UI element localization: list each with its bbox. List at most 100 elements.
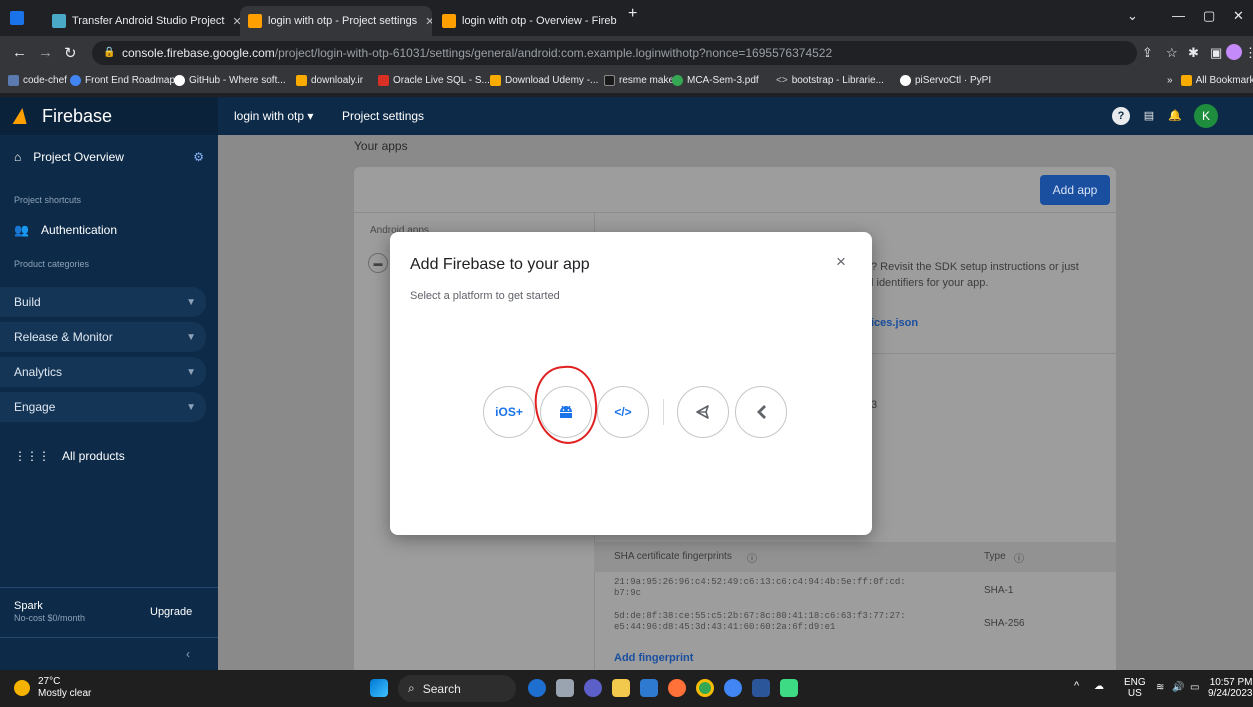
category-engage[interactable]: Engage ▼	[0, 392, 206, 422]
language-indicator[interactable]: ENG US	[1124, 677, 1146, 699]
bookmark-item[interactable]: Download Udemy -...	[490, 75, 598, 86]
bookmark-item[interactable]: <> bootstrap - Librarie...	[776, 75, 884, 86]
console-header: login with otp ▾ Project settings ? ▤ 🔔 …	[218, 97, 1253, 135]
url-bar[interactable]: 🔒 console.firebase.google.com/project/lo…	[92, 41, 1137, 65]
bookmark-item[interactable]: Front End Roadmap	[70, 75, 175, 86]
android-app-icon[interactable]: ▬	[368, 253, 388, 273]
battery-icon[interactable]: ▭	[1190, 682, 1199, 693]
tab-overview[interactable]: login with otp - Overview - Fireb ✕	[434, 6, 620, 36]
file-explorer-icon[interactable]	[612, 679, 630, 697]
type-column-header: Type	[984, 551, 1006, 562]
chevron-down-icon: ▼	[186, 366, 196, 378]
windows-start-icon[interactable]	[370, 679, 388, 697]
help-circle-icon[interactable]: ⓘ	[1014, 550, 1024, 565]
bookmark-item[interactable]: Oracle Live SQL - S...	[378, 75, 490, 86]
bookmark-item[interactable]: resme maker	[604, 75, 677, 86]
help-circle-icon[interactable]: ⓘ	[747, 550, 757, 565]
sidepanel-icon[interactable]: ▣	[1210, 45, 1222, 61]
firebase-logo[interactable]: Firebase	[0, 97, 218, 135]
teams-icon[interactable]	[584, 679, 602, 697]
tab-search-icon[interactable]: ⌄	[1127, 8, 1138, 24]
bookmark-label: resme maker	[619, 75, 678, 86]
weather-condition: Mostly clear	[38, 688, 92, 699]
category-label: Engage	[14, 400, 56, 414]
profile-icon[interactable]	[1226, 44, 1242, 60]
fingerprint-type: SHA-256	[984, 618, 1025, 629]
app-icon[interactable]	[724, 679, 742, 697]
maximize-icon[interactable]: ▢	[1203, 8, 1215, 24]
bookmark-item[interactable]: GitHub - Where soft...	[174, 75, 286, 86]
bookmark-item[interactable]: downloaly.ir	[296, 75, 363, 86]
close-icon[interactable]: ×	[836, 252, 846, 272]
bookmark-label: GitHub - Where soft...	[189, 75, 286, 86]
bookmark-label: bootstrap - Librarie...	[791, 75, 884, 86]
bookmark-item[interactable]: MCA-Sem-3.pdf	[672, 75, 759, 86]
close-tab-icon[interactable]: ✕	[617, 15, 620, 28]
collapse-sidebar-icon[interactable]: ‹	[0, 637, 218, 670]
workspace-icon[interactable]	[10, 11, 24, 25]
chevron-down-icon: ▼	[186, 401, 196, 413]
sidebar-item-authentication[interactable]: 👥 Authentication	[14, 223, 117, 237]
bookmark-star-icon[interactable]: ☆	[1166, 45, 1178, 61]
category-analytics[interactable]: Analytics ▼	[0, 357, 206, 387]
weather-widget[interactable]: 27°C Mostly clear	[14, 676, 91, 700]
bookmark-icon	[672, 75, 683, 86]
new-tab-icon[interactable]: +	[628, 5, 637, 23]
cloud-icon[interactable]: ☁	[1094, 681, 1104, 692]
gear-icon[interactable]: ⚙	[193, 150, 204, 164]
category-build[interactable]: Build ▼	[0, 287, 206, 317]
ios-platform-button[interactable]: iOS+	[483, 386, 535, 438]
bell-icon[interactable]: 🔔	[1166, 107, 1184, 125]
task-view-icon[interactable]	[556, 679, 574, 697]
close-tab-icon[interactable]: ✕	[224, 15, 240, 28]
share-icon[interactable]: ⇪	[1142, 45, 1153, 61]
all-products-link[interactable]: ⋮⋮⋮ All products	[14, 449, 125, 463]
firefox-icon[interactable]	[668, 679, 686, 697]
close-window-icon[interactable]: ✕	[1233, 8, 1244, 24]
lock-icon: 🔒	[103, 47, 116, 58]
add-app-button[interactable]: Add app	[1040, 175, 1110, 205]
category-release-monitor[interactable]: Release & Monitor ▼	[0, 322, 206, 352]
back-icon[interactable]: ←	[12, 44, 27, 61]
chevron-up-icon[interactable]: ^	[1074, 681, 1079, 692]
bookmark-icon	[490, 75, 501, 86]
add-fingerprint-button[interactable]: Add fingerprint	[614, 652, 693, 664]
clock[interactable]: 10:57 PM 9/24/2023	[1208, 677, 1253, 699]
bookmark-label: code-chef	[23, 75, 67, 86]
notes-icon[interactable]: ▤	[1140, 107, 1158, 125]
tab-transfer-android[interactable]: Transfer Android Studio Project ✕	[44, 6, 240, 36]
reload-icon[interactable]: ↻	[64, 44, 77, 62]
close-tab-icon[interactable]: ✕	[417, 15, 432, 28]
plan-section: Spark No-cost $0/month Upgrade	[0, 587, 218, 637]
word-icon[interactable]	[752, 679, 770, 697]
project-overview-link[interactable]: ⌂ Project Overview ⚙	[14, 143, 204, 171]
avatar[interactable]: K	[1194, 104, 1218, 128]
minimize-icon[interactable]: —	[1172, 8, 1185, 23]
taskbar-search[interactable]: ⌕ Search	[398, 675, 516, 702]
bookmarks-bar: code-chef Front End Roadmap GitHub - Whe…	[0, 70, 1253, 94]
project-selector[interactable]: login with otp ▾	[234, 109, 313, 123]
flutter-platform-button[interactable]	[735, 386, 787, 438]
bookmark-label: MCA-Sem-3.pdf	[687, 75, 759, 86]
google-services-link[interactable]: ices.json	[871, 317, 918, 329]
upgrade-button[interactable]: Upgrade	[150, 606, 192, 618]
android-studio-icon[interactable]	[780, 679, 798, 697]
help-icon[interactable]: ?	[1112, 107, 1130, 125]
unity-platform-button[interactable]	[677, 386, 729, 438]
wifi-icon[interactable]: ≋	[1156, 682, 1164, 693]
chrome-icon[interactable]	[696, 679, 714, 697]
bookmark-item[interactable]: piServoCtl · PyPI	[900, 75, 991, 86]
bookmark-item[interactable]: code-chef	[8, 75, 67, 86]
web-platform-button[interactable]: </>	[597, 386, 649, 438]
menu-icon[interactable]: ⋮	[1244, 45, 1253, 61]
bookmark-label: Oracle Live SQL - S...	[393, 75, 490, 86]
store-icon[interactable]	[640, 679, 658, 697]
all-bookmarks[interactable]: » All Bookmarks	[1167, 75, 1253, 86]
sdk-instructions-text: l identifiers for your app.	[871, 277, 989, 289]
lang-region: US	[1127, 688, 1142, 699]
volume-icon[interactable]: 🔊	[1172, 682, 1184, 693]
forward-icon[interactable]: →	[38, 44, 53, 61]
tab-project-settings[interactable]: login with otp - Project settings ✕	[240, 6, 432, 36]
extensions-icon[interactable]: ✱	[1188, 45, 1199, 61]
app-icon[interactable]	[528, 679, 546, 697]
